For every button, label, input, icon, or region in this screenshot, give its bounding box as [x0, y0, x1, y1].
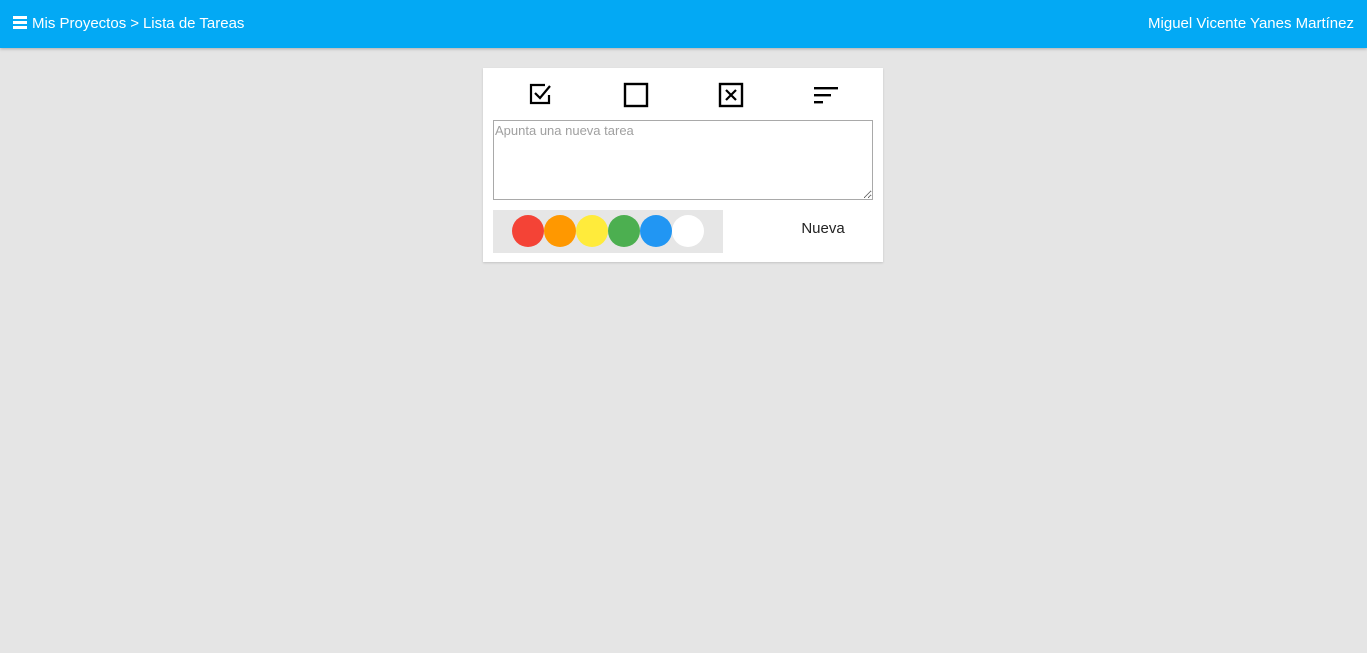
breadcrumb: Mis Proyectos > Lista de Tareas [32, 14, 244, 34]
menu-icon[interactable] [13, 16, 27, 30]
breadcrumb-projects-link[interactable]: Mis Proyectos [32, 15, 126, 32]
filter-toolbar [483, 80, 883, 110]
sort-icon [814, 87, 838, 104]
color-picker [493, 210, 723, 253]
top-bar: Mis Proyectos > Lista de Tareas Miguel Vic… [0, 0, 1367, 48]
new-task-button[interactable]: Nueva [783, 210, 863, 246]
breadcrumb-current: Lista de Tareas [142, 15, 245, 32]
empty-box-icon [623, 82, 649, 108]
show-completed-button[interactable] [526, 80, 556, 110]
user-name[interactable]: Miguel Vicente Yanes Martínez [1148, 14, 1354, 34]
x-box-icon [718, 82, 744, 108]
show-pending-button[interactable] [621, 80, 651, 110]
color-swatch-orange[interactable] [544, 215, 576, 247]
color-swatch-white[interactable] [672, 215, 704, 247]
color-swatch-blue[interactable] [640, 215, 672, 247]
color-swatch-red[interactable] [512, 215, 544, 247]
check-box-icon [529, 83, 551, 105]
color-swatch-yellow[interactable] [576, 215, 608, 247]
color-swatch-green[interactable] [608, 215, 640, 247]
new-task-input[interactable] [493, 120, 873, 200]
sort-button[interactable] [811, 80, 841, 110]
delete-completed-button[interactable] [716, 80, 746, 110]
new-task-card: Nueva [483, 68, 883, 262]
breadcrumb-separator: > [130, 15, 139, 32]
